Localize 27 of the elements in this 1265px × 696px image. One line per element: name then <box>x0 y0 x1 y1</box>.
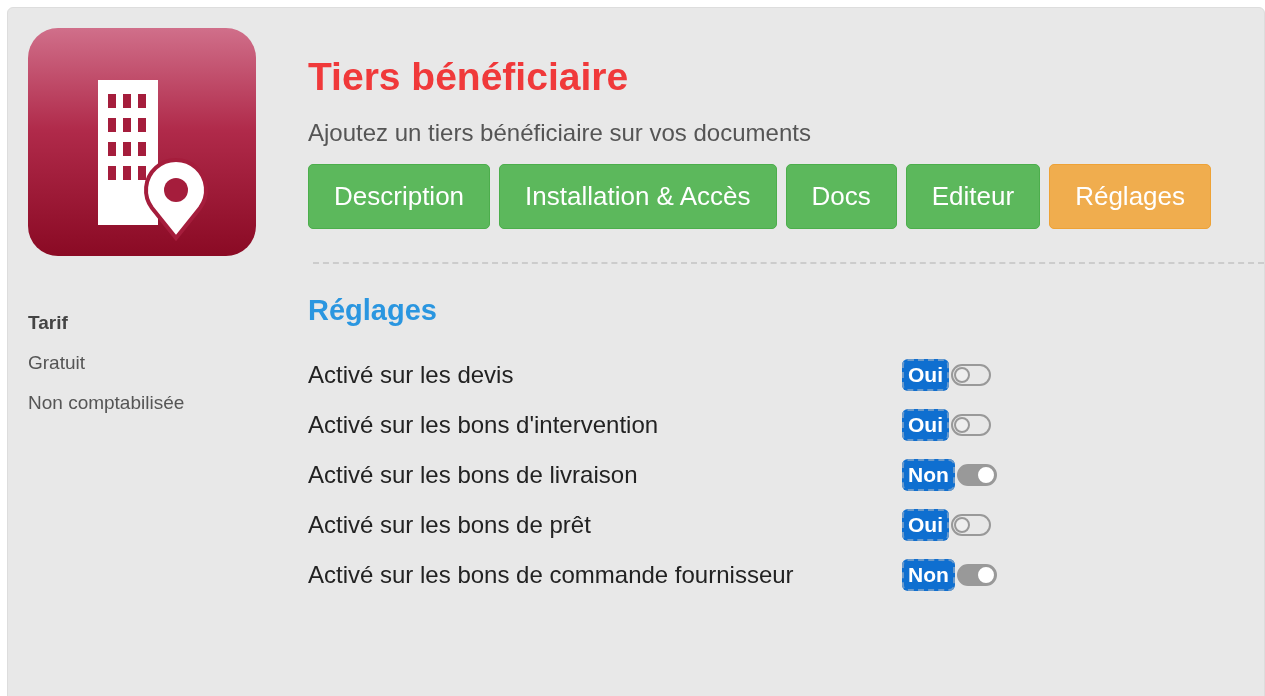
setting-label: Activé sur les bons de commande fournisseur <box>308 561 795 589</box>
toggle-switch[interactable] <box>951 514 991 536</box>
toggle-switch[interactable] <box>956 464 997 486</box>
tab[interactable]: Réglages <box>1049 164 1212 229</box>
value-badge: Non <box>902 459 955 491</box>
pricing-text: Non comptabilisée <box>28 392 186 415</box>
tab[interactable]: Installation & Accès <box>499 164 777 229</box>
tab[interactable]: Description <box>308 164 491 229</box>
app-description: Ajoutez un tiers bénéficiaire sur vos documents <box>308 118 812 148</box>
setting-label: Activé sur les bons de livraison <box>308 461 639 489</box>
tab[interactable]: Docs <box>785 164 897 229</box>
section-heading: Réglages <box>308 293 438 328</box>
toggle-switch[interactable] <box>951 364 991 386</box>
value-badge: Oui <box>902 509 949 541</box>
pricing-heading: Tarif <box>28 312 69 335</box>
setting-label: Activé sur les bons de prêt <box>308 511 592 539</box>
toggle-switch[interactable] <box>951 414 991 436</box>
value-badge: Non <box>902 559 955 591</box>
building-pin-icon <box>28 28 256 256</box>
pricing-text: Gratuit <box>28 352 87 375</box>
setting-label: Activé sur les devis <box>308 361 515 389</box>
setting-label: Activé sur les bons d'intervention <box>308 411 660 439</box>
app-title: Tiers bénéficiaire <box>308 54 630 100</box>
tab[interactable]: Editeur <box>905 164 1041 229</box>
toggle-switch[interactable] <box>956 564 997 586</box>
value-badge: Oui <box>902 359 949 391</box>
value-badge: Oui <box>902 409 949 441</box>
